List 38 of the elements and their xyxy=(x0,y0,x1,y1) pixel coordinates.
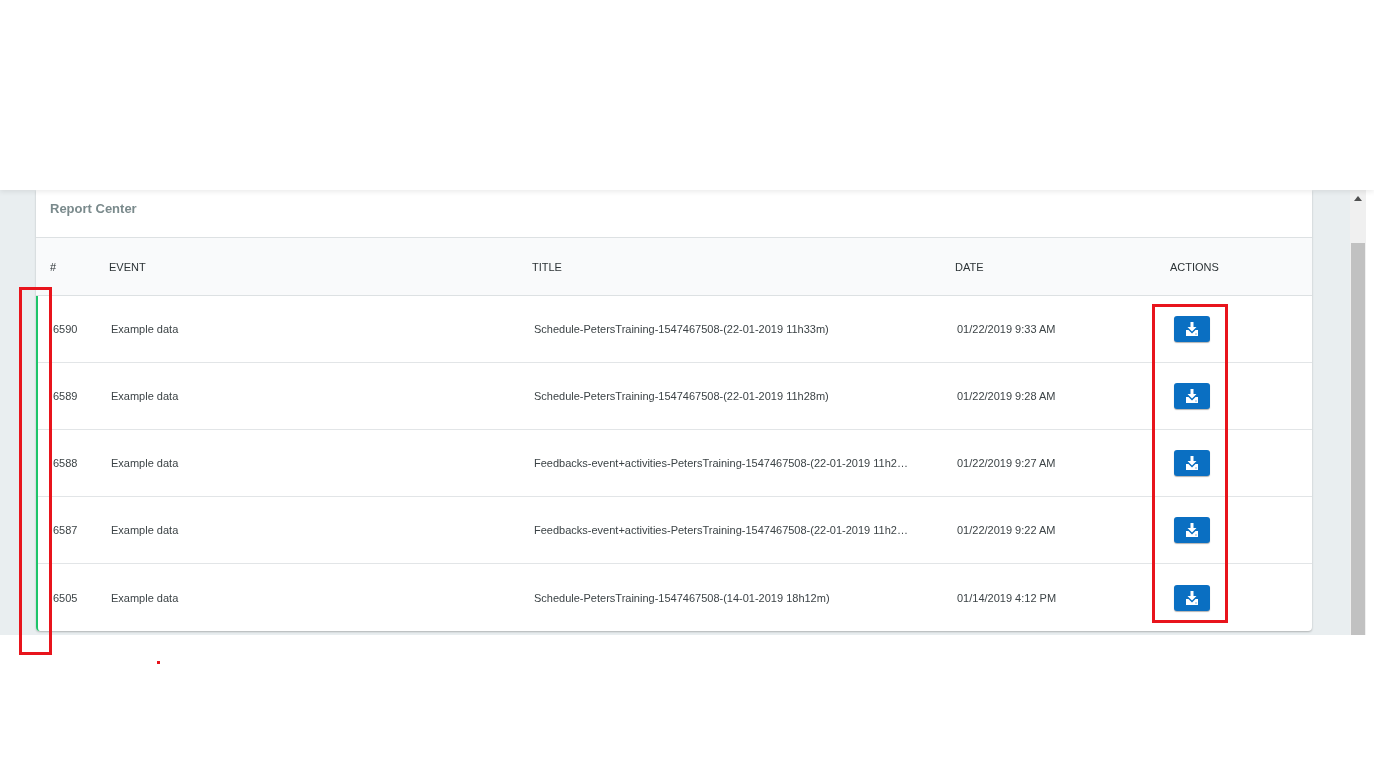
download-button[interactable] xyxy=(1174,584,1210,611)
table-cell: 01/14/2019 4:12 PM xyxy=(957,591,1057,604)
download-button[interactable] xyxy=(1174,316,1210,342)
table-cell: 01/22/2019 9:27 AM xyxy=(957,457,1056,469)
column-header: TITLE xyxy=(532,260,562,273)
table-cell: Schedule-PetersTraining-1547467508-(22-01-2019 11h33m) xyxy=(534,323,829,335)
table-cell: 6589 xyxy=(53,390,78,402)
table-cell: Example data xyxy=(111,390,179,402)
table-cell: Example data xyxy=(111,457,179,469)
download-icon xyxy=(1185,590,1199,605)
table-cell: Schedule-PetersTraining-1547467508-(14-01-2019 18h12m) xyxy=(534,591,830,604)
download-icon xyxy=(1185,389,1199,403)
table-cell: 6588 xyxy=(53,457,78,469)
table-cell: Feedbacks-event+activities-PetersTraining-1547467508-(22-01-2019 11h2… xyxy=(534,457,908,469)
scrollbar[interactable] xyxy=(1350,190,1366,635)
table-cell: Schedule-PetersTraining-1547467508-(22-01-2019 11h28m) xyxy=(534,390,829,402)
table-cell: Example data xyxy=(111,524,179,536)
download-icon xyxy=(1185,456,1199,470)
download-icon xyxy=(1185,322,1199,336)
table-cell: 6505 xyxy=(53,591,78,604)
column-header: # xyxy=(50,260,57,273)
table-cell: 01/22/2019 9:28 AM xyxy=(957,390,1056,402)
column-header: DATE xyxy=(955,260,984,273)
download-icon xyxy=(1185,523,1199,537)
table-cell: 6590 xyxy=(53,323,78,335)
table-cell: Example data xyxy=(111,323,179,335)
download-button[interactable] xyxy=(1174,517,1210,543)
table-cell: 01/22/2019 9:33 AM xyxy=(957,323,1056,335)
column-header: EVENT xyxy=(109,260,146,273)
column-header: ACTIONS xyxy=(1170,260,1219,273)
table-cell: Feedbacks-event+activities-PetersTraining-1547467508-(22-01-2019 11h2… xyxy=(534,524,908,536)
download-button[interactable] xyxy=(1174,450,1210,476)
table-cell: 01/22/2019 9:22 AM xyxy=(957,524,1056,536)
table-cell: Example data xyxy=(111,591,179,604)
scroll-up-icon[interactable] xyxy=(1354,196,1362,201)
download-button[interactable] xyxy=(1174,383,1210,409)
scrollbar-thumb[interactable] xyxy=(1351,243,1365,635)
table-cell: 6587 xyxy=(53,524,78,536)
